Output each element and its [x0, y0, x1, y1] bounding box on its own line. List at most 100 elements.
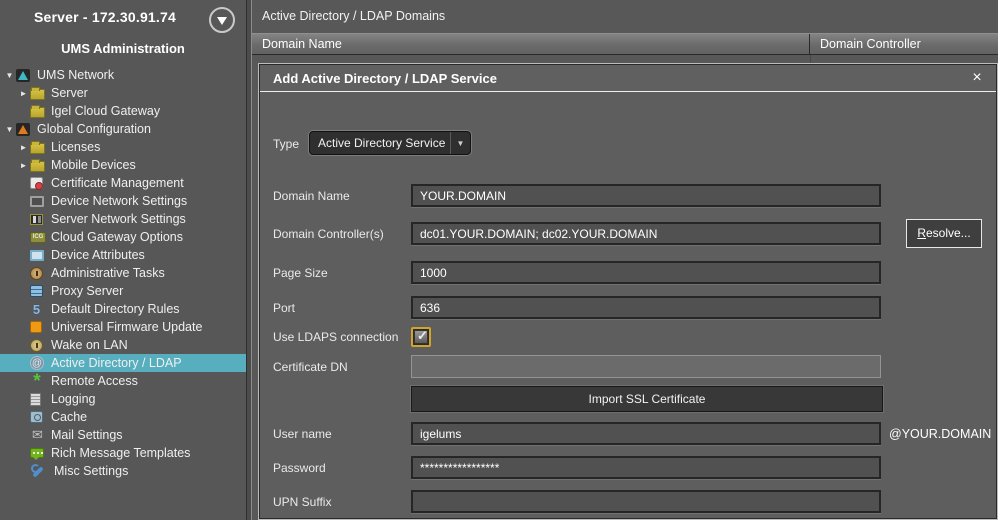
sidebar-item-label: Mobile Devices [50, 158, 136, 172]
sidebar-item-misc-settings[interactable]: Misc Settings [0, 462, 246, 480]
server-title: Server - 172.30.91.74 [0, 9, 210, 25]
sidebar-item-label: Cache [50, 410, 87, 424]
expander-down-icon[interactable]: ▼ [3, 71, 16, 80]
domain-controllers-label: Domain Controller(s) [273, 227, 384, 241]
check-icon: ✓ [417, 328, 428, 344]
dialog-header: Add Active Directory / LDAP Service × [260, 65, 996, 92]
port-input[interactable] [411, 296, 881, 319]
sidebar-item-administrative-tasks[interactable]: Administrative Tasks [0, 264, 246, 282]
sidebar-item-label: Misc Settings [53, 464, 128, 478]
sidebar-item-label: Wake on LAN [50, 338, 128, 352]
upn-suffix-label: UPN Suffix [273, 495, 331, 509]
add-ad-ldap-service-dialog: Add Active Directory / LDAP Service × Ty… [258, 63, 998, 520]
sidebar-item-wake-on-lan[interactable]: Wake on LAN [0, 336, 246, 354]
sidebar-item-label: Administrative Tasks [50, 266, 165, 280]
column-header-domain-controller[interactable]: Domain Controller [810, 34, 998, 54]
certificate-icon [30, 177, 43, 189]
type-label: Type [273, 137, 299, 151]
sidebar-item-global-configuration[interactable]: ▼ Global Configuration [0, 120, 246, 138]
folder-icon [30, 107, 45, 118]
sidebar-item-certificate-management[interactable]: Certificate Management [0, 174, 246, 192]
monitor-gray-icon [30, 196, 44, 207]
app-title: UMS Administration [0, 41, 246, 56]
use-ldaps-checkbox[interactable]: ✓ [411, 327, 431, 347]
logging-doc-icon [30, 393, 41, 406]
sidebar-item-device-attributes[interactable]: Device Attributes [0, 246, 246, 264]
upn-suffix-input[interactable] [411, 490, 881, 513]
expander-right-icon[interactable]: ► [17, 143, 30, 152]
sidebar-item-label: Device Network Settings [50, 194, 187, 208]
user-name-label: User name [273, 427, 332, 441]
monitor-blue-icon [30, 250, 44, 261]
ums-network-logo-icon [16, 69, 30, 82]
sidebar-item-label: Mail Settings [50, 428, 123, 442]
sidebar-item-label: Licenses [50, 140, 100, 154]
dialog-title: Add Active Directory / LDAP Service [273, 71, 497, 86]
clock-icon [30, 267, 43, 280]
at-circle-icon: @ [30, 356, 44, 370]
folder-icon [30, 89, 45, 100]
sidebar-item-cache[interactable]: Cache [0, 408, 246, 426]
chevron-down-icon: ▼ [450, 132, 470, 154]
alarm-clock-icon [30, 339, 43, 352]
domain-controllers-input[interactable] [411, 222, 881, 245]
close-icon[interactable]: × [968, 69, 986, 87]
sidebar-item-active-directory-ldap[interactable]: @Active Directory / LDAP [0, 354, 246, 372]
mail-envelope-icon: ✉ [30, 428, 45, 442]
icg-badge-icon: ICG [30, 232, 46, 243]
sidebar-item-igel-cloud-gateway[interactable]: Igel Cloud Gateway [0, 102, 246, 120]
expander-right-icon[interactable]: ► [17, 161, 30, 170]
sidebar-item-universal-firmware-update[interactable]: Universal Firmware Update [0, 318, 246, 336]
folder-icon [30, 161, 45, 172]
proxy-icon [30, 285, 43, 297]
remote-access-icon: * [30, 374, 44, 388]
domains-table-header: Domain Name Domain Controller [252, 33, 998, 55]
sidebar-item-licenses[interactable]: ► Licenses [0, 138, 246, 156]
type-dropdown[interactable]: Active Directory Service ▼ [309, 131, 471, 155]
column-header-domain-name[interactable]: Domain Name [252, 34, 810, 54]
sidebar-item-label: Proxy Server [50, 284, 123, 298]
sidebar-item-label: Server Network Settings [50, 212, 186, 226]
message-bubble-icon [30, 448, 44, 458]
sidebar-item-device-network-settings[interactable]: Device Network Settings [0, 192, 246, 210]
sidebar-item-remote-access[interactable]: * Remote Access [0, 372, 246, 390]
sidebar-item-label: Global Configuration [36, 122, 151, 136]
sidebar-item-server[interactable]: ►Server [0, 84, 246, 102]
sidebar-item-label: Remote Access [50, 374, 138, 388]
sidebar-item-mobile-devices[interactable]: ► Mobile Devices [0, 156, 246, 174]
port-label: Port [273, 301, 295, 315]
directory-rules-icon: 5 [30, 303, 43, 316]
server-menu-button[interactable] [209, 7, 235, 33]
sidebar-item-default-directory-rules[interactable]: 5Default Directory Rules [0, 300, 246, 318]
sidebar-item-label: Igel Cloud Gateway [50, 104, 160, 118]
firmware-icon [30, 321, 42, 333]
sidebar-item-label: UMS Network [36, 68, 114, 82]
sidebar-item-cloud-gateway-options[interactable]: ICG Cloud Gateway Options [0, 228, 246, 246]
sidebar-item-label: Rich Message Templates [50, 446, 190, 460]
user-name-input[interactable] [411, 422, 881, 445]
navigation-sidebar: Server - 172.30.91.74 UMS Administration… [0, 0, 246, 520]
sidebar-item-ums-network[interactable]: ▼ UMS Network [0, 66, 246, 84]
chevron-down-icon [217, 17, 227, 25]
domain-name-input[interactable] [411, 184, 881, 207]
sidebar-item-server-network-settings[interactable]: Server Network Settings [0, 210, 246, 228]
sidebar-item-proxy-server[interactable]: Proxy Server [0, 282, 246, 300]
sidebar-item-mail-settings[interactable]: ✉ Mail Settings [0, 426, 246, 444]
checkbox-box: ✓ [414, 330, 428, 344]
import-ssl-certificate-button[interactable]: Import SSL Certificate [411, 386, 883, 412]
password-input[interactable] [411, 456, 881, 479]
sidebar-item-label: Cloud Gateway Options [50, 230, 183, 244]
folder-icon [30, 143, 45, 154]
sidebar-item-rich-message-templates[interactable]: Rich Message Templates [0, 444, 246, 462]
sidebar-item-logging[interactable]: Logging [0, 390, 246, 408]
user-name-domain-suffix: @YOUR.DOMAIN [889, 427, 991, 441]
expander-down-icon[interactable]: ▼ [3, 125, 16, 134]
page-title: Active Directory / LDAP Domains [262, 9, 445, 23]
expander-right-icon[interactable]: ► [17, 89, 30, 98]
certificate-dn-input [411, 355, 881, 378]
certificate-dn-label: Certificate DN [273, 360, 348, 374]
page-size-input[interactable] [411, 261, 881, 284]
resolve-button[interactable]: Resolve... [906, 219, 982, 248]
sidebar-item-label: Certificate Management [50, 176, 184, 190]
ums-administration-window: Server - 172.30.91.74 UMS Administration… [0, 0, 998, 520]
